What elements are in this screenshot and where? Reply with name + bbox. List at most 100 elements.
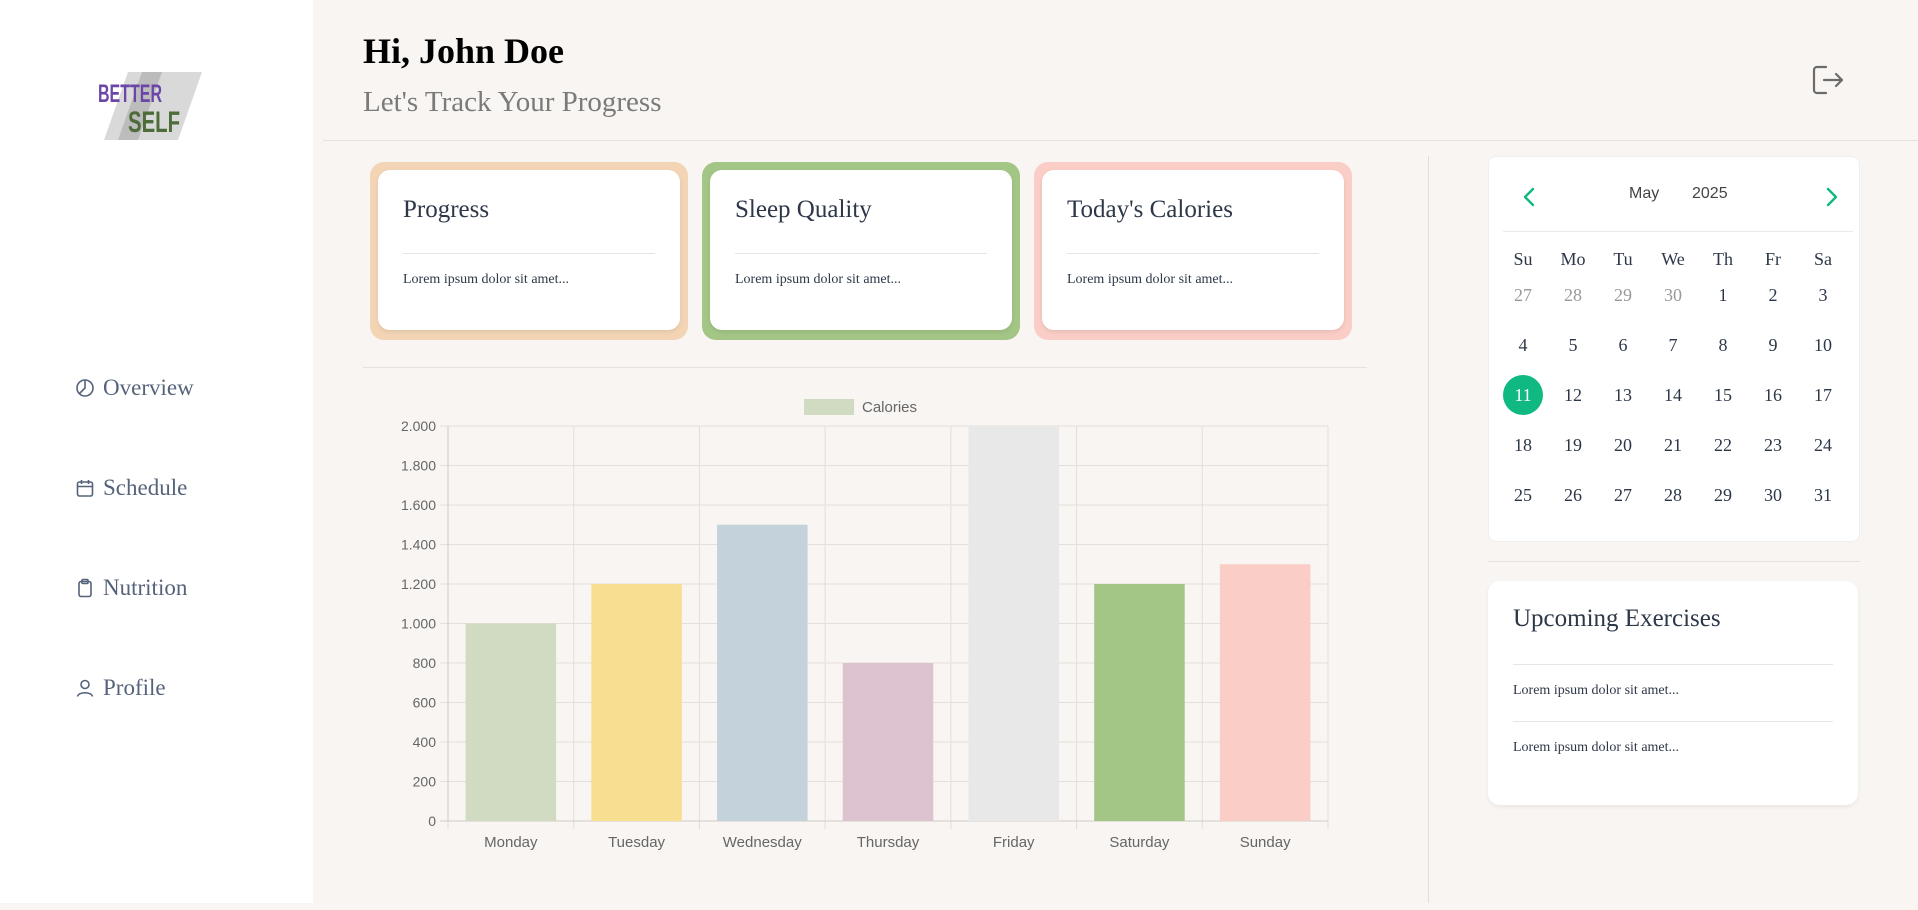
calendar-day[interactable]: 22	[1703, 425, 1743, 465]
column-divider	[1428, 156, 1429, 903]
sidebar-item-profile[interactable]: Profile	[75, 675, 166, 701]
bar-saturday	[1094, 584, 1185, 821]
calendar-day[interactable]: 17	[1803, 375, 1843, 415]
logout-icon[interactable]	[1810, 62, 1846, 98]
chevron-left-icon[interactable]	[1519, 185, 1539, 209]
calendar-day[interactable]: 26	[1553, 475, 1593, 515]
card-text: Lorem ipsum dolor sit amet...	[1067, 272, 1234, 287]
calendar-day[interactable]: 1	[1703, 275, 1743, 315]
pie-chart-icon	[76, 379, 94, 397]
x-tick-label: Monday	[484, 834, 538, 851]
bar-thursday	[842, 663, 934, 821]
calendar-day[interactable]: 3	[1803, 275, 1843, 315]
calendar-day[interactable]: 31	[1803, 475, 1843, 515]
calendar-day[interactable]: 27	[1603, 475, 1643, 515]
calendar-day[interactable]: 13	[1603, 375, 1643, 415]
upcoming-exercises-card: Upcoming Exercises Lorem ipsum dolor sit…	[1488, 581, 1858, 805]
calendar-day[interactable]: 29	[1603, 275, 1643, 315]
calories-bar-chart: Calories 0 200 400 600 800 1.000 1.200 1.400 1.60…	[401, 399, 1329, 851]
sidebar-item-overview[interactable]: Overview	[75, 375, 194, 401]
better-self-logo: BETTER SELF	[98, 72, 202, 140]
chevron-right-icon[interactable]	[1822, 185, 1842, 209]
legend-swatch	[804, 399, 854, 415]
svg-text:SELF: SELF	[128, 106, 180, 139]
calendar-day[interactable]: 30	[1753, 475, 1793, 515]
sidebar-item-schedule[interactable]: Schedule	[75, 475, 187, 501]
sidebar-item-label: Nutrition	[103, 575, 188, 600]
y-tick-label: 200	[413, 774, 437, 790]
calendar-day[interactable]: 29	[1703, 475, 1743, 515]
greeting-title: Hi, John Doe	[363, 31, 565, 71]
calendar-day[interactable]: 23	[1753, 425, 1793, 465]
calendar-day[interactable]: 25	[1503, 475, 1543, 515]
calendar-header-divider	[1503, 231, 1853, 232]
calendar-day[interactable]: 24	[1803, 425, 1843, 465]
weekday-header: Sa	[1814, 249, 1832, 269]
calendar-day[interactable]: 16	[1753, 375, 1793, 415]
card-title: Sleep Quality	[735, 196, 872, 223]
calendar-day[interactable]: 7	[1653, 325, 1693, 365]
progress-card[interactable]: Progress Lorem ipsum dolor sit amet...	[370, 162, 688, 340]
y-tick-label: 800	[413, 655, 437, 671]
calendar-day[interactable]: 9	[1753, 325, 1793, 365]
card-title: Progress	[403, 196, 490, 223]
calendar-day[interactable]: 27	[1503, 275, 1543, 315]
calendar-day[interactable]: 21	[1653, 425, 1693, 465]
exercise-item[interactable]: Lorem ipsum dolor sit amet...	[1513, 683, 1679, 699]
y-tick-label: 2.000	[401, 418, 436, 434]
calendar-month[interactable]: May	[1629, 185, 1659, 203]
y-tick-label: 600	[413, 695, 437, 711]
calendar-day[interactable]: 2	[1753, 275, 1793, 315]
card-divider	[403, 253, 655, 254]
weekday-header: Fr	[1764, 249, 1781, 269]
calendar-year[interactable]: 2025	[1692, 185, 1728, 203]
sidebar-item-label: Overview	[103, 375, 194, 400]
card-divider	[1067, 253, 1319, 254]
sidebar-item-label: Schedule	[103, 475, 188, 500]
bar-tuesday	[591, 584, 682, 821]
calendar-day[interactable]: 14	[1653, 375, 1693, 415]
calendar-day[interactable]: 30	[1653, 275, 1693, 315]
calendar-day[interactable]: 28	[1553, 275, 1593, 315]
card-divider	[735, 253, 987, 254]
calendar-day[interactable]: 4	[1503, 325, 1543, 365]
x-tick-label: Saturday	[1109, 834, 1170, 851]
upcoming-title: Upcoming Exercises	[1513, 605, 1721, 632]
y-tick-label: 400	[413, 734, 437, 750]
calendar-widget: May 2025 Su Mo Tu We Th Fr Sa 27 28 29 30 1 2 3 4 5 6 7 8 9…	[1488, 156, 1860, 542]
calendar-day[interactable]: 10	[1803, 325, 1843, 365]
y-tick-label: 1.600	[401, 497, 436, 513]
bar-wednesday	[717, 524, 808, 821]
todays-calories-card[interactable]: Today's Calories Lorem ipsum dolor sit a…	[1034, 162, 1352, 340]
exercise-item[interactable]: Lorem ipsum dolor sit amet...	[1513, 740, 1679, 756]
calendar-day[interactable]: 11	[1503, 375, 1543, 415]
calendar-day[interactable]: 5	[1553, 325, 1593, 365]
weekday-header: Mo	[1560, 249, 1586, 269]
calendar-day[interactable]: 18	[1503, 425, 1543, 465]
cards-divider	[363, 367, 1367, 368]
calendar-divider	[1488, 561, 1860, 562]
calendar-day[interactable]: 15	[1703, 375, 1743, 415]
bar-friday	[968, 426, 1059, 821]
header-divider	[323, 140, 1918, 141]
greeting-subtitle: Let's Track Your Progress	[363, 86, 662, 118]
calendar-day[interactable]: 28	[1653, 475, 1693, 515]
calendar-day[interactable]: 20	[1603, 425, 1643, 465]
calendar-day[interactable]: 19	[1553, 425, 1593, 465]
y-tick-label: 1.400	[401, 537, 436, 553]
x-tick-label: Thursday	[857, 834, 920, 851]
sleep-quality-card[interactable]: Sleep Quality Lorem ipsum dolor sit amet…	[702, 162, 1020, 340]
calendar-day[interactable]: 8	[1703, 325, 1743, 365]
y-tick-label: 0	[428, 813, 436, 829]
upcoming-divider	[1513, 721, 1833, 722]
y-tick-label: 1.800	[401, 458, 436, 474]
bar-monday	[465, 623, 557, 821]
x-tick-label: Wednesday	[723, 834, 802, 851]
calendar-day[interactable]: 6	[1603, 325, 1643, 365]
weekday-header: We	[1661, 249, 1685, 269]
svg-text:BETTER: BETTER	[98, 80, 162, 108]
sidebar: BETTER SELF Overview Schedule Nutrition …	[0, 0, 313, 903]
clipboard-icon	[78, 578, 92, 598]
sidebar-item-nutrition[interactable]: Nutrition	[75, 575, 187, 601]
calendar-day[interactable]: 12	[1553, 375, 1593, 415]
